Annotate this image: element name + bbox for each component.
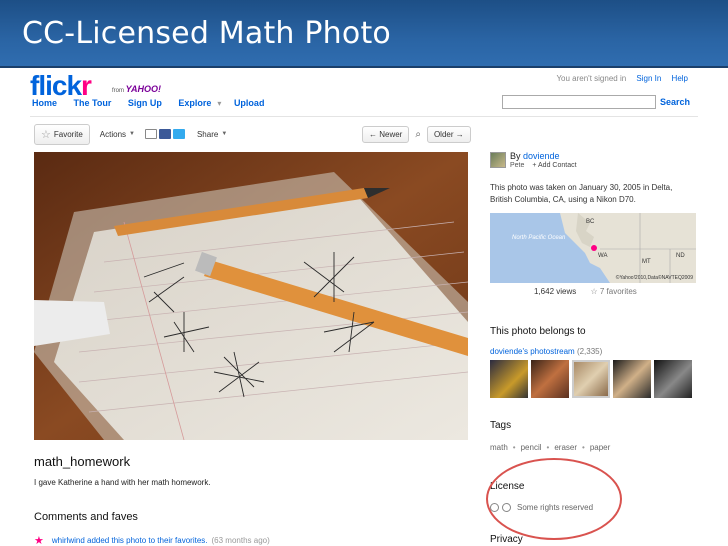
nav-explore[interactable]: Explore — [178, 98, 211, 108]
favorite-label: Favorite — [53, 129, 83, 139]
thumbnail[interactable] — [572, 360, 610, 398]
map-label-nd: ND — [676, 253, 685, 259]
slide-header: CC-Licensed Math Photo — [0, 0, 728, 68]
belongs-heading: This photo belongs to — [490, 326, 586, 337]
tags-list: math • pencil • eraser • paper — [490, 443, 611, 452]
thumbnail[interactable] — [613, 360, 651, 398]
nav-tour[interactable]: The Tour — [74, 98, 112, 108]
nav-upload[interactable]: Upload — [234, 98, 265, 108]
map-label-bc: BC — [586, 219, 595, 225]
thumbnail[interactable] — [490, 360, 528, 398]
author-realname: Pete — [510, 162, 525, 169]
tag-item[interactable]: eraser — [554, 443, 577, 452]
photostream-name: doviende's photostream — [490, 347, 575, 356]
tag-item[interactable]: pencil — [521, 443, 542, 452]
logo-flick: flick — [30, 70, 82, 101]
share-icons — [144, 129, 187, 139]
photo-toolbar: ☆ Favorite Actions ▼ Share ▼ — [34, 123, 237, 145]
nav-home[interactable]: Home — [32, 98, 57, 108]
newer-older: ← Newer ⌕ Older → — [362, 124, 471, 144]
share-button[interactable]: Share ▼ — [197, 130, 227, 139]
map-label-mt: MT — [642, 259, 651, 265]
favorites-count[interactable]: ☆ 7 favorites — [590, 287, 636, 296]
map-credit: ©Yahoo!2010,Data©NAVTEQ2009 — [615, 275, 693, 281]
logo-yahoo: from YAHOO! — [112, 84, 161, 94]
email-icon[interactable] — [144, 129, 157, 139]
zoom-icon[interactable]: ⌕ — [415, 129, 421, 140]
logo-r: r — [81, 70, 92, 101]
main-photo[interactable] — [34, 152, 468, 440]
actions-button[interactable]: Actions ▼ — [100, 130, 135, 139]
photo-image — [34, 152, 468, 440]
favorite-button[interactable]: ☆ Favorite — [34, 123, 90, 145]
older-button[interactable]: Older → — [426, 125, 471, 143]
tags-heading: Tags — [490, 420, 512, 431]
main-nav: Home The Tour Sign Up Explore ▾ Upload — [32, 98, 278, 108]
star-icon: ★ — [34, 535, 44, 546]
star-icon: ☆ — [41, 128, 51, 141]
location-map[interactable]: North Pacific Ocean BC WA MT ND ©Yahoo!2… — [490, 213, 696, 283]
thumbnail[interactable] — [531, 360, 569, 398]
privacy-heading: Privacy — [490, 534, 523, 545]
nav-signup[interactable]: Sign Up — [128, 98, 162, 108]
add-contact-link[interactable]: + Add Contact — [532, 162, 576, 169]
newer-button[interactable]: ← Newer — [362, 125, 410, 143]
comment-ago: (63 months ago) — [211, 536, 270, 545]
comment-text: whirlwind added this photo to their favo… — [51, 536, 208, 545]
share-label: Share — [196, 129, 219, 139]
tag-item[interactable]: paper — [590, 443, 610, 452]
chevron-down-icon: ▼ — [221, 131, 228, 137]
avatar[interactable] — [490, 152, 506, 168]
logo-yahoo-text: YAHOO! — [125, 84, 162, 94]
thumbnail[interactable] — [654, 360, 692, 398]
facebook-icon[interactable] — [158, 129, 171, 139]
highlight-ellipse — [486, 458, 622, 540]
author-sub: Pete + Add Contact — [510, 162, 577, 169]
map-label-wa: WA — [598, 253, 608, 259]
comments-heading: Comments and faves — [34, 511, 138, 523]
taken-info: This photo was taken on January 30, 2005… — [490, 183, 673, 204]
photo-description: I gave Katherine a hand with her math ho… — [34, 478, 211, 487]
views-count: 1,642 views — [534, 287, 577, 296]
chevron-down-icon: ▼ — [129, 131, 135, 137]
logo-from: from — [112, 88, 124, 94]
twitter-icon[interactable] — [172, 129, 185, 139]
actions-label: Actions — [99, 129, 127, 139]
tag-item[interactable]: math — [490, 443, 508, 452]
photo-title: math_homework — [34, 454, 131, 469]
by-label: By — [510, 151, 521, 161]
comment-item[interactable]: ★ whirlwind added this photo to their fa… — [34, 534, 270, 546]
photostream-link[interactable]: doviende's photostream (2,335) — [490, 347, 602, 356]
photostream-count: (2,335) — [576, 347, 603, 356]
by-line: By doviende — [510, 151, 560, 161]
map-ocean-label: North Pacific Ocean — [512, 235, 566, 241]
photo-stats: 1,642 views ☆ 7 favorites — [534, 287, 637, 296]
slide-title: CC-Licensed Math Photo — [22, 16, 391, 51]
photostream-thumbs — [490, 360, 695, 398]
author-link[interactable]: doviende — [523, 151, 560, 161]
flickr-screenshot: flickr from YAHOO! You aren't signed in … — [20, 68, 708, 546]
chevron-down-icon[interactable]: ▾ — [217, 99, 221, 108]
